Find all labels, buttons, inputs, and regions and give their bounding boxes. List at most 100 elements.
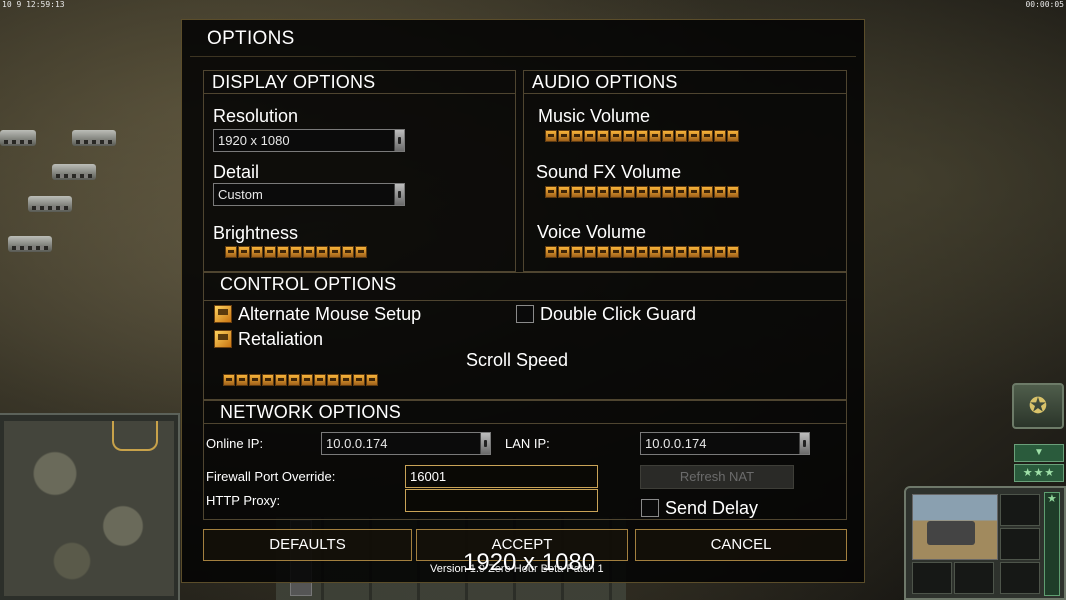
scroll-speed-slider[interactable] xyxy=(223,374,378,386)
slider-segment[interactable] xyxy=(223,374,235,386)
slider-segment[interactable] xyxy=(251,246,263,258)
slider-segment[interactable] xyxy=(290,246,302,258)
slider-segment[interactable] xyxy=(727,130,739,142)
general-rank-button[interactable]: ✪ xyxy=(1012,383,1064,429)
slider-segment[interactable] xyxy=(662,246,674,258)
slider-segment[interactable] xyxy=(701,246,713,258)
slider-segment[interactable] xyxy=(636,186,648,198)
retaliation-checkbox[interactable] xyxy=(214,330,232,348)
unit-portrait[interactable] xyxy=(912,494,998,560)
scroll-arrow-icon[interactable] xyxy=(394,184,404,205)
slider-segment[interactable] xyxy=(329,246,341,258)
slider-segment[interactable] xyxy=(636,246,648,258)
slider-segment[interactable] xyxy=(277,246,289,258)
slider-segment[interactable] xyxy=(610,186,622,198)
slider-segment[interactable] xyxy=(571,186,583,198)
slider-segment[interactable] xyxy=(353,374,365,386)
slider-segment[interactable] xyxy=(584,246,596,258)
music-volume-slider[interactable] xyxy=(545,130,739,142)
refresh-nat-button[interactable]: Refresh NAT xyxy=(640,465,794,489)
slider-segment[interactable] xyxy=(623,186,635,198)
unit-slot[interactable] xyxy=(954,562,994,594)
slider-segment[interactable] xyxy=(316,246,328,258)
slider-segment[interactable] xyxy=(727,246,739,258)
unit-slot[interactable] xyxy=(1000,562,1040,594)
brightness-slider[interactable] xyxy=(225,246,367,258)
voice-volume-slider[interactable] xyxy=(545,246,739,258)
slider-segment[interactable] xyxy=(327,374,339,386)
cancel-button[interactable]: CANCEL xyxy=(635,529,847,561)
slider-segment[interactable] xyxy=(597,246,609,258)
slider-segment[interactable] xyxy=(714,246,726,258)
slider-segment[interactable] xyxy=(727,186,739,198)
slider-segment[interactable] xyxy=(236,374,248,386)
http-proxy-input[interactable] xyxy=(405,489,598,512)
scroll-arrow-icon[interactable] xyxy=(480,433,490,454)
collapse-button[interactable]: ▼ xyxy=(1014,444,1064,462)
slider-segment[interactable] xyxy=(610,246,622,258)
slider-segment[interactable] xyxy=(545,186,557,198)
slider-segment[interactable] xyxy=(340,374,352,386)
slider-segment[interactable] xyxy=(355,246,367,258)
slider-segment[interactable] xyxy=(545,130,557,142)
defaults-button[interactable]: DEFAULTS xyxy=(203,529,412,561)
slider-segment[interactable] xyxy=(545,246,557,258)
slider-segment[interactable] xyxy=(623,246,635,258)
slider-segment[interactable] xyxy=(714,186,726,198)
slider-segment[interactable] xyxy=(662,130,674,142)
alternate-mouse-checkbox[interactable] xyxy=(214,305,232,323)
slider-segment[interactable] xyxy=(649,186,661,198)
slider-segment[interactable] xyxy=(688,246,700,258)
slider-segment[interactable] xyxy=(238,246,250,258)
slider-segment[interactable] xyxy=(249,374,261,386)
slider-segment[interactable] xyxy=(571,246,583,258)
slider-segment[interactable] xyxy=(597,186,609,198)
slider-segment[interactable] xyxy=(714,130,726,142)
lan-ip-dropdown[interactable]: 10.0.0.174 xyxy=(640,432,810,455)
slider-segment[interactable] xyxy=(342,246,354,258)
slider-segment[interactable] xyxy=(558,246,570,258)
slider-segment[interactable] xyxy=(288,374,300,386)
slider-segment[interactable] xyxy=(275,374,287,386)
slider-segment[interactable] xyxy=(264,246,276,258)
double-click-guard-checkbox[interactable] xyxy=(516,305,534,323)
online-ip-dropdown[interactable]: 10.0.0.174 xyxy=(321,432,491,455)
slider-segment[interactable] xyxy=(584,130,596,142)
slider-segment[interactable] xyxy=(662,186,674,198)
sound-fx-volume-slider[interactable] xyxy=(545,186,739,198)
slider-segment[interactable] xyxy=(675,130,687,142)
slider-segment[interactable] xyxy=(558,186,570,198)
slider-segment[interactable] xyxy=(610,130,622,142)
scroll-arrow-icon[interactable] xyxy=(394,130,404,151)
slider-segment[interactable] xyxy=(597,130,609,142)
slider-segment[interactable] xyxy=(558,130,570,142)
slider-segment[interactable] xyxy=(225,246,237,258)
slider-segment[interactable] xyxy=(571,130,583,142)
unit-slot[interactable] xyxy=(1000,494,1040,526)
resolution-dropdown[interactable]: 1920 x 1080 xyxy=(213,129,405,152)
slider-segment[interactable] xyxy=(688,130,700,142)
slider-segment[interactable] xyxy=(301,374,313,386)
slider-segment[interactable] xyxy=(314,374,326,386)
slider-segment[interactable] xyxy=(701,130,713,142)
general-powers-button[interactable]: ★★★ xyxy=(1014,464,1064,482)
slider-segment[interactable] xyxy=(649,246,661,258)
slider-segment[interactable] xyxy=(303,246,315,258)
slider-segment[interactable] xyxy=(701,186,713,198)
slider-segment[interactable] xyxy=(675,186,687,198)
unit-slot[interactable] xyxy=(1000,528,1040,560)
send-delay-checkbox[interactable] xyxy=(641,499,659,517)
slider-segment[interactable] xyxy=(649,130,661,142)
slider-segment[interactable] xyxy=(675,246,687,258)
firewall-port-input[interactable]: 16001 xyxy=(405,465,598,488)
minimap[interactable] xyxy=(0,413,180,600)
slider-segment[interactable] xyxy=(688,186,700,198)
detail-dropdown[interactable]: Custom xyxy=(213,183,405,206)
slider-segment[interactable] xyxy=(262,374,274,386)
slider-segment[interactable] xyxy=(636,130,648,142)
slider-segment[interactable] xyxy=(623,130,635,142)
slider-segment[interactable] xyxy=(584,186,596,198)
unit-slot[interactable] xyxy=(912,562,952,594)
scroll-arrow-icon[interactable] xyxy=(799,433,809,454)
slider-segment[interactable] xyxy=(366,374,378,386)
